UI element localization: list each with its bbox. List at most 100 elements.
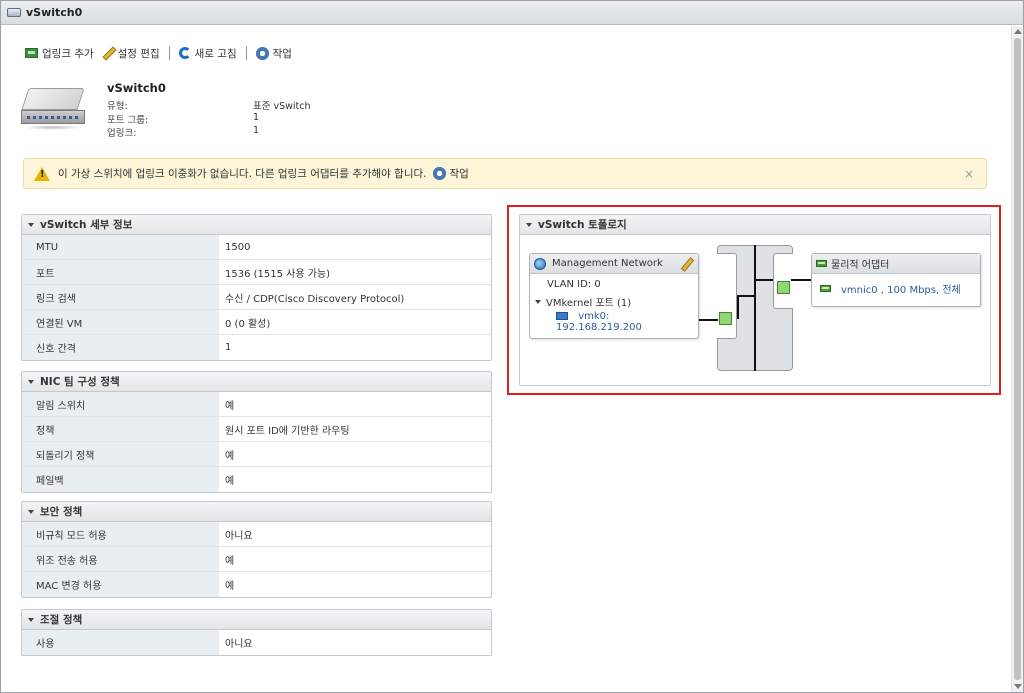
- property-row: 비규칙 모드 허용 아니요: [22, 522, 491, 547]
- network-globe-icon: [534, 257, 546, 270]
- property-key: 페일백: [22, 467, 219, 492]
- edit-settings-label: 설정 편집: [117, 47, 160, 60]
- property-value: 1: [225, 342, 232, 353]
- property-value: 수신 / CDP(Cisco Discovery Protocol): [225, 293, 405, 305]
- summary-value: 1: [253, 125, 260, 136]
- physical-adapters-box: 물리적 어댑터 vmnic0 , 100 Mbps, 전체: [811, 253, 981, 307]
- panel-title: 보안 정책: [40, 506, 83, 518]
- property-key: MAC 변경 허용: [22, 572, 219, 597]
- property-key: 비규칙 모드 허용: [22, 522, 219, 546]
- summary-key: 업링크:: [107, 128, 137, 139]
- property-value: 0 (0 활성): [225, 318, 271, 330]
- portgroup-name: Management Network: [552, 258, 663, 269]
- portgroup-port-icon[interactable]: [719, 312, 732, 325]
- property-row: 신호 간격 1: [22, 335, 491, 360]
- switch-connector-line: [737, 295, 739, 319]
- switch-left-slot: [717, 253, 737, 339]
- panel-header[interactable]: NIC 팀 구성 정책: [22, 372, 491, 392]
- vmnic-link[interactable]: vmnic0 , 100 Mbps, 전체: [820, 281, 961, 296]
- physical-adapters-header: 물리적 어댑터: [812, 254, 980, 274]
- toolbar: 업링크 추가 설정 편집 새로 고침 작업: [25, 45, 292, 61]
- property-value: 아니요: [225, 530, 253, 542]
- physical-nic-icon: [816, 260, 827, 267]
- property-row: 연결된 VM 0 (0 활성): [22, 310, 491, 335]
- edit-pencil-icon[interactable]: [680, 257, 692, 270]
- property-value: 원시 포트 ID에 기반한 라우팅: [225, 425, 350, 437]
- refresh-label: 새로 고침: [194, 47, 237, 60]
- add-uplink-label: 업링크 추가: [42, 47, 94, 60]
- vswitch-summary: vSwitch0 유형: 표준 vSwitch 포트 그룹: 1 업링크: 1: [107, 81, 311, 139]
- scroll-down-arrow-icon[interactable]: [1014, 684, 1022, 689]
- panel-header[interactable]: vSwitch 토폴로지: [520, 215, 990, 235]
- title-bar: vSwitch0: [1, 1, 1023, 25]
- refresh-button[interactable]: 새로 고침: [178, 46, 237, 61]
- property-value: 예: [225, 555, 235, 567]
- vertical-scrollbar[interactable]: [1011, 26, 1023, 692]
- actions-label: 작업: [272, 47, 292, 60]
- property-row: 포트 1536 (1515 사용 가능): [22, 260, 491, 285]
- nic-teaming-panel: NIC 팀 구성 정책 알림 스위치 예 정책 원시 포트 ID에 기반한 라우팅 …: [21, 371, 492, 493]
- vmkernel-port-toggle[interactable]: VMkernel 포트 (1): [535, 294, 631, 309]
- property-row: MAC 변경 허용 예: [22, 572, 491, 597]
- vmk-adapter-link[interactable]: vmk0: 192.168.219.200: [556, 311, 698, 333]
- warning-icon: [34, 166, 50, 181]
- vmkernel-port-label: VMkernel 포트 (1): [546, 298, 632, 309]
- scroll-up-arrow-icon[interactable]: [1014, 29, 1022, 34]
- panel-header[interactable]: vSwitch 세부 정보: [22, 215, 491, 235]
- property-value: 예: [225, 476, 235, 487]
- property-row: MTU 1500: [22, 235, 491, 260]
- summary-value: 1: [253, 111, 260, 123]
- portgroup-box: Management Network VLAN ID: 0 VMkernel 포…: [529, 253, 699, 339]
- vmk-adapter-text: vmk0: 192.168.219.200: [556, 311, 642, 333]
- scroll-thumb[interactable]: [1014, 38, 1021, 680]
- toolbar-separator: [168, 46, 170, 60]
- property-row: 정책 원시 포트 ID에 기반한 라우팅: [22, 417, 491, 442]
- property-key: 신호 간격: [22, 335, 219, 360]
- collapse-icon: [28, 617, 34, 622]
- warning-text: 이 가상 스위치에 업링크 이중화가 없습니다. 다른 업링크 어댑터를 추가해…: [58, 168, 427, 180]
- property-value: 1500: [225, 241, 251, 253]
- property-row: 알림 스위치 예: [22, 392, 491, 417]
- property-key: 알림 스위치: [22, 392, 219, 416]
- portgroup-header[interactable]: Management Network: [530, 254, 698, 274]
- summary-row: 유형: 표준 vSwitch: [107, 98, 311, 112]
- property-key: 사용: [22, 630, 219, 655]
- physical-adapters-title: 물리적 어댑터: [831, 260, 890, 271]
- property-key: 되돌리기 정책: [22, 442, 219, 466]
- add-uplink-button[interactable]: 업링크 추가: [25, 46, 94, 61]
- collapse-icon: [28, 509, 34, 514]
- property-key: 위조 전송 허용: [22, 547, 219, 571]
- vlan-id-text: VLAN ID: 0: [547, 279, 601, 290]
- property-key: 링크 검색: [22, 285, 219, 309]
- panel-header[interactable]: 보안 정책: [22, 502, 491, 522]
- warning-actions-button[interactable]: 작업: [432, 166, 469, 181]
- panel-title: 조절 정책: [40, 614, 83, 626]
- window-title: vSwitch0: [26, 6, 83, 19]
- property-value: 아니요: [225, 639, 253, 650]
- switch-connector-line: [755, 279, 773, 281]
- property-key: 포트: [22, 260, 219, 284]
- collapse-icon: [526, 222, 532, 227]
- vmnic-text: vmnic0 , 100 Mbps, 전체: [841, 285, 961, 296]
- property-value: 1536 (1515 사용 가능): [225, 268, 331, 280]
- actions-button[interactable]: 작업: [255, 46, 292, 61]
- switch-icon: [7, 8, 21, 17]
- close-icon[interactable]: ×: [964, 167, 974, 181]
- portgroup-link-line: [698, 319, 718, 321]
- summary-row: 업링크: 1: [107, 125, 311, 139]
- panel-header[interactable]: 조절 정책: [22, 610, 491, 630]
- property-value: 예: [225, 450, 235, 462]
- traffic-shaping-panel: 조절 정책 사용 아니요: [21, 609, 492, 656]
- property-row: 사용 아니요: [22, 630, 491, 655]
- uplink-port-icon[interactable]: [777, 281, 790, 294]
- property-key: 연결된 VM: [22, 310, 219, 334]
- property-key: MTU: [22, 235, 219, 259]
- vswitch-window: vSwitch0 업링크 추가 설정 편집 새로 고침 작업 vSwitch0 …: [0, 0, 1024, 693]
- uplink-icon: [25, 48, 38, 58]
- property-row: 링크 검색 수신 / CDP(Cisco Discovery Protocol): [22, 285, 491, 310]
- summary-value: 표준 vSwitch: [253, 101, 311, 112]
- refresh-icon: [178, 47, 191, 59]
- edit-settings-button[interactable]: 설정 편집: [102, 46, 160, 61]
- expand-caret-icon: [535, 299, 541, 304]
- switch-connector-line: [737, 295, 755, 297]
